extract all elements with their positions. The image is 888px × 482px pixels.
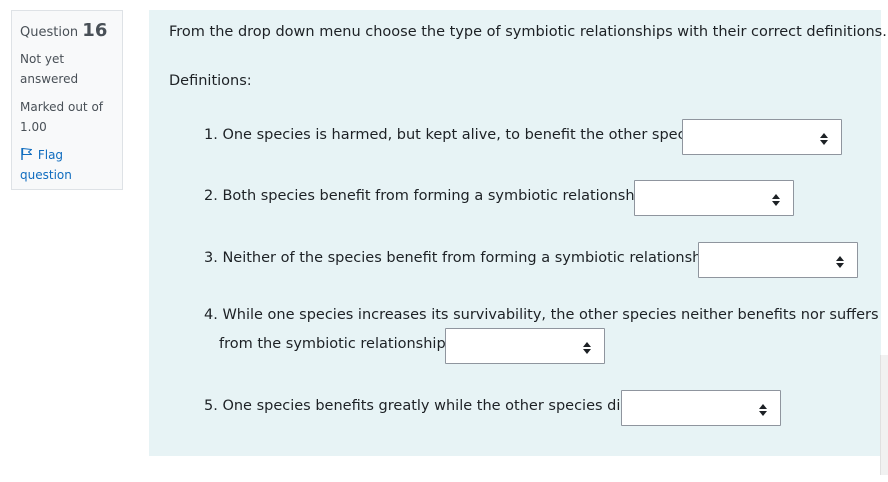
- definition-2-select[interactable]: [634, 180, 794, 216]
- definition-4-text-line1: 4. While one species increases its survi…: [204, 307, 879, 323]
- question-status: Not yet answered: [20, 52, 79, 86]
- definition-1-select[interactable]: [682, 119, 842, 155]
- flag-icon: [20, 147, 34, 161]
- definition-4-text-line2: from the symbiotic relationship: [219, 336, 446, 352]
- flag-question-link[interactable]: Flag question: [20, 145, 114, 185]
- up-down-caret-icon: [819, 131, 829, 145]
- up-down-caret-icon: [771, 192, 781, 206]
- scrollbar[interactable]: [880, 355, 888, 475]
- definition-3-select[interactable]: [698, 242, 858, 278]
- question-grade: Marked out of 1.00: [20, 100, 104, 134]
- question-prompt: From the drop down menu choose the type …: [169, 24, 887, 40]
- definition-3-text: 3. Neither of the species benefit from f…: [204, 250, 715, 266]
- definition-5-select[interactable]: [621, 390, 781, 426]
- question-title: Question 16: [20, 20, 114, 41]
- definitions-label: Definitions:: [169, 73, 252, 89]
- question-content: From the drop down menu choose the type …: [149, 10, 887, 456]
- question-number: 16: [82, 20, 108, 41]
- up-down-caret-icon: [758, 402, 768, 416]
- definition-2-text: 2. Both species benefit from forming a s…: [204, 188, 648, 204]
- question-info-panel: Question 16 Not yet answered Marked out …: [11, 10, 123, 190]
- definition-4-select[interactable]: [445, 328, 605, 364]
- definition-1-text: 1. One species is harmed, but kept alive…: [204, 127, 707, 143]
- question-label: Question: [20, 25, 79, 40]
- definition-5-text: 5. One species benefits greatly while th…: [204, 398, 637, 414]
- up-down-caret-icon: [582, 340, 592, 354]
- up-down-caret-icon: [835, 254, 845, 268]
